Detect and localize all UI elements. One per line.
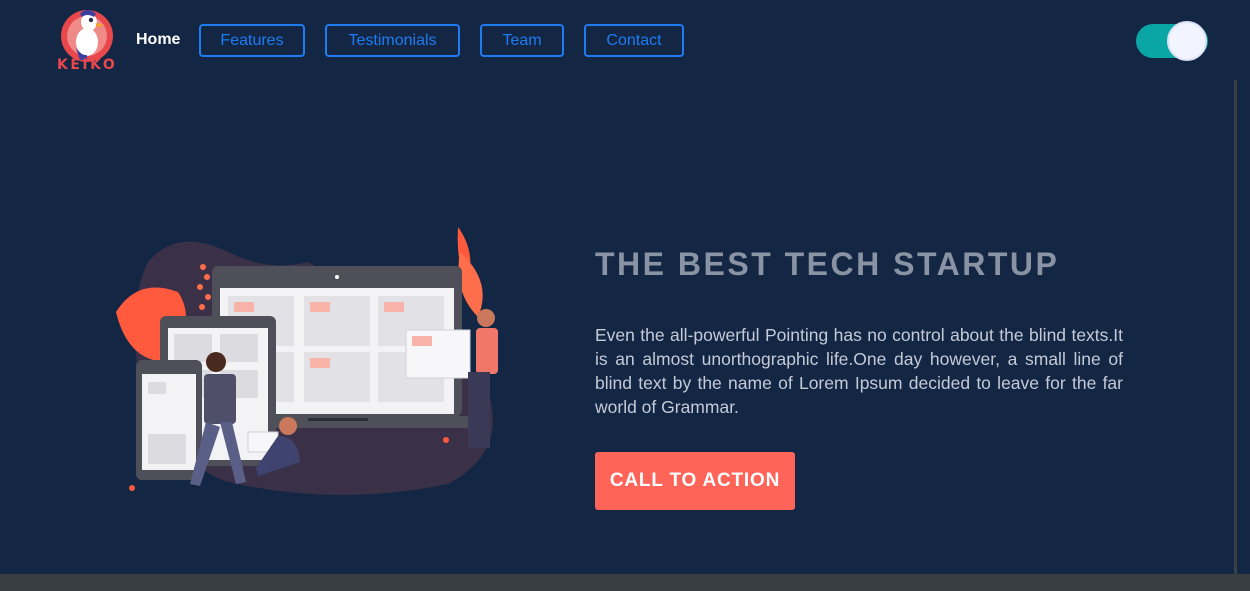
nav-contact[interactable]: Contact	[584, 24, 684, 57]
hero-description: Even the all-powerful Pointing has no co…	[595, 325, 1123, 417]
scrollbar[interactable]	[1234, 80, 1250, 574]
brand-name: KEIKO	[57, 57, 118, 73]
nav-home[interactable]: Home	[136, 31, 180, 49]
hero-title: THE BEST TECH STARTUP	[595, 246, 1060, 282]
toggle-knob	[1167, 21, 1207, 61]
call-to-action-button[interactable]: CALL TO ACTION	[595, 452, 795, 510]
footer-strip	[0, 574, 1250, 591]
theme-toggle[interactable]	[1136, 21, 1208, 61]
nav-team[interactable]: Team	[480, 24, 564, 57]
header: KEIKO Home Features Testimonials Team Co…	[0, 0, 1250, 80]
page: KEIKO Home Features Testimonials Team Co…	[0, 0, 1250, 591]
hero-illustration	[116, 227, 498, 496]
nav-features[interactable]: Features	[199, 24, 305, 57]
nav-testimonials[interactable]: Testimonials	[325, 24, 460, 57]
